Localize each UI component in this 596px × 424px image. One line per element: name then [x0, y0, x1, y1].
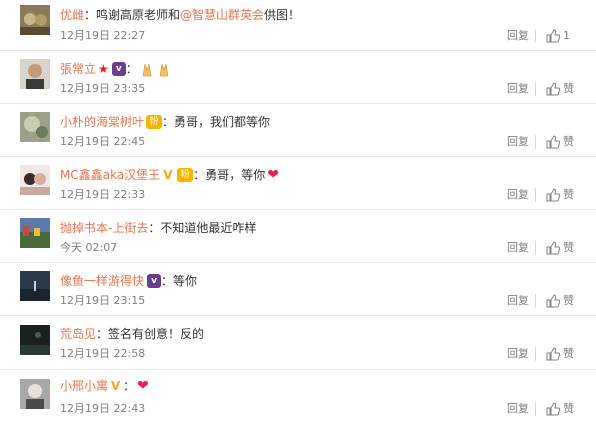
divider — [535, 135, 536, 149]
like-button[interactable]: 赞 — [546, 81, 574, 97]
comment-time: 12月19日 22:58 — [60, 347, 146, 360]
comment-item: 張常立 ★ v ： 12月19日 23:35 回复 赞 — [0, 51, 596, 104]
comment-time: 今天 02:07 — [60, 241, 118, 254]
comment-text: ： — [123, 379, 136, 393]
member-badge-icon: v — [147, 274, 162, 288]
username-link[interactable]: 优雌 — [60, 6, 84, 24]
divider — [535, 402, 536, 416]
comment-text: ：等你 — [161, 274, 198, 288]
praying-hands-emoji-icon — [159, 63, 169, 77]
like-label: 赞 — [563, 402, 574, 415]
thumbs-up-icon — [546, 294, 560, 308]
divider — [535, 82, 536, 96]
username-link[interactable]: 小邢小寓 — [60, 377, 108, 395]
comment-time: 12月19日 22:43 — [60, 402, 146, 415]
username-link[interactable]: 抛掉书本-上街去 — [60, 219, 148, 237]
thumbs-up-icon — [546, 241, 560, 255]
thumbs-up-icon — [546, 188, 560, 202]
thumbs-up-icon — [546, 82, 560, 96]
like-button[interactable]: 赞 — [546, 134, 574, 150]
comment-item: 像鱼一样游得快 v ：等你 12月19日 23:15 回复 赞 — [0, 263, 596, 316]
thumbs-up-icon — [546, 29, 560, 43]
like-label: 赞 — [563, 294, 574, 307]
like-label: 赞 — [563, 82, 574, 95]
avatar[interactable] — [20, 165, 50, 195]
comment-item: 小朴的海棠树叶 粉 ：勇哥，我们都等你 12月19日 22:45 回复 赞 — [0, 104, 596, 157]
avatar[interactable] — [20, 112, 50, 142]
reply-button[interactable]: 回复 — [507, 187, 529, 203]
comment-time: 12月19日 22:27 — [60, 29, 146, 42]
username-link[interactable]: MC鑫鑫aka汉堡王 — [60, 166, 160, 184]
avatar[interactable] — [20, 325, 50, 355]
like-label: 赞 — [563, 135, 574, 148]
username-link[interactable]: 荒岛见 — [60, 325, 96, 343]
avatar[interactable] — [20, 5, 50, 35]
reply-button[interactable]: 回复 — [507, 240, 529, 256]
verified-v-icon: V — [163, 168, 173, 182]
comment-text: ：签名有创意！反的 — [96, 327, 205, 341]
comment-time: 12月19日 23:15 — [60, 294, 146, 307]
divider — [535, 241, 536, 255]
thumbs-up-icon — [546, 347, 560, 361]
like-button[interactable]: 赞 — [546, 346, 574, 362]
reply-button[interactable]: 回复 — [507, 293, 529, 309]
username-link[interactable]: 張常立 — [60, 60, 96, 78]
divider — [535, 347, 536, 361]
like-button[interactable]: 1 — [546, 28, 570, 44]
heart-emoji-icon: ❤ — [137, 378, 149, 394]
heart-emoji-icon: ❤ — [267, 167, 279, 183]
reply-button[interactable]: 回复 — [507, 134, 529, 150]
like-label: 赞 — [563, 188, 574, 201]
divider — [535, 294, 536, 308]
divider — [535, 188, 536, 202]
fan-badge-icon: 粉 — [177, 168, 194, 182]
comment-time: 12月19日 23:35 — [60, 82, 146, 95]
thumbs-up-icon — [546, 402, 560, 416]
comment-text: ：不知道他最近咋样 — [148, 221, 257, 235]
member-badge-icon: v — [111, 62, 126, 76]
mention-link[interactable]: @智慧山群英会 — [180, 6, 264, 24]
comment-time: 12月19日 22:33 — [60, 188, 146, 201]
comment-item: MC鑫鑫aka汉堡王 V 粉 ：勇哥，等你 ❤ 12月19日 22:33 回复 … — [0, 157, 596, 210]
reply-button[interactable]: 回复 — [507, 346, 529, 362]
like-count: 1 — [563, 29, 570, 42]
comment-item: 小邢小寓 V ： ❤ 12月19日 22:43 回复 赞 — [0, 370, 596, 424]
like-label: 赞 — [563, 241, 574, 254]
comment-item: 优雌 ：鸣谢高原老师和 @智慧山群英会 供图！ 12月19日 22:27 回复 … — [0, 0, 596, 51]
comment-item: 荒岛见 ：签名有创意！反的 12月19日 22:58 回复 赞 — [0, 316, 596, 370]
verified-v-icon: V — [111, 379, 121, 393]
like-label: 赞 — [563, 347, 574, 360]
comment-text: ：勇哥，我们都等你 — [162, 115, 271, 129]
praying-hands-emoji-icon — [142, 63, 152, 77]
avatar[interactable] — [20, 59, 50, 89]
avatar[interactable] — [20, 379, 50, 409]
reply-button[interactable]: 回复 — [507, 81, 529, 97]
username-link[interactable]: 像鱼一样游得快 — [60, 272, 144, 290]
reply-button[interactable]: 回复 — [507, 401, 529, 417]
avatar[interactable] — [20, 218, 50, 248]
like-button[interactable]: 赞 — [546, 240, 574, 256]
fan-badge-icon: 粉 — [146, 115, 163, 129]
like-button[interactable]: 赞 — [546, 293, 574, 309]
comment-list: 优雌 ：鸣谢高原老师和 @智慧山群英会 供图！ 12月19日 22:27 回复 … — [0, 0, 596, 424]
comment-item: 抛掉书本-上街去 ：不知道他最近咋样 今天 02:07 回复 赞 — [0, 210, 596, 263]
comment-time: 12月19日 22:45 — [60, 135, 146, 148]
thumbs-up-icon — [546, 135, 560, 149]
username-link[interactable]: 小朴的海棠树叶 — [60, 113, 144, 131]
comment-text: ：鸣谢高原老师和 — [84, 8, 181, 22]
divider — [535, 29, 536, 43]
star-icon: ★ — [98, 62, 109, 76]
like-button[interactable]: 赞 — [546, 187, 574, 203]
avatar[interactable] — [20, 271, 50, 301]
comment-text: ：勇哥，等你 — [193, 168, 266, 182]
like-button[interactable]: 赞 — [546, 401, 574, 417]
reply-button[interactable]: 回复 — [507, 28, 529, 44]
comment-text-suffix: 供图！ — [264, 8, 301, 22]
